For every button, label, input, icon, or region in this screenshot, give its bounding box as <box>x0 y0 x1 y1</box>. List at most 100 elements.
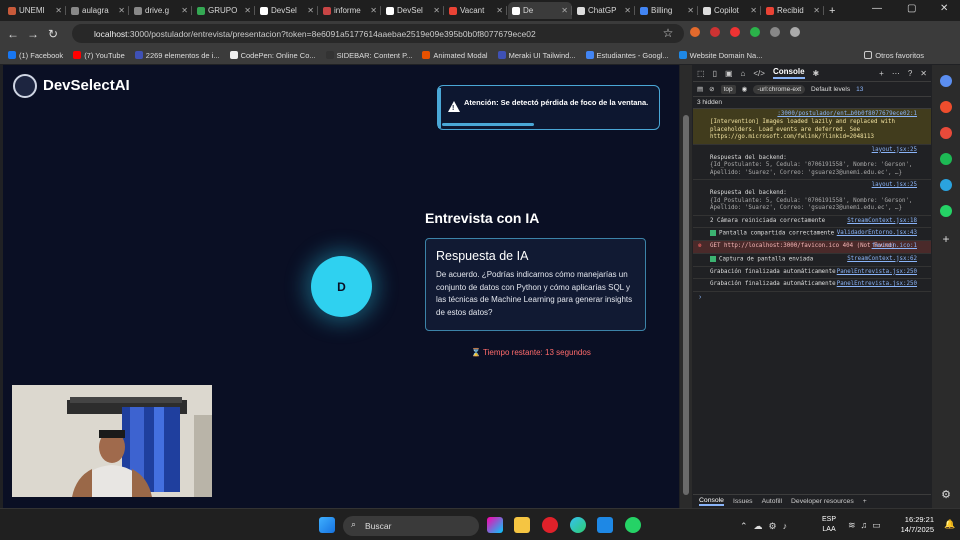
copilot-taskbar-icon[interactable] <box>487 517 503 533</box>
bookmark-item[interactable]: (7) YouTube <box>73 51 125 60</box>
back-arrow-icon[interactable]: ← <box>3 27 23 41</box>
message-object[interactable]: {Id_Postulante: 5, Cedula: '0706191558',… <box>710 198 927 213</box>
drawer-tab[interactable]: Console <box>699 497 724 506</box>
file-explorer-icon[interactable] <box>514 517 530 533</box>
message-source-link[interactable]: layout.jsx:25 <box>872 147 917 155</box>
language-indicator[interactable]: ESP LAA <box>822 515 836 535</box>
close-tab-icon[interactable]: ✕ <box>181 6 188 15</box>
extension-icon[interactable] <box>790 27 800 37</box>
extension-icon[interactable] <box>770 27 780 37</box>
minimize-button[interactable]: — <box>872 3 882 14</box>
settings-icon[interactable]: ⚙ <box>940 489 952 501</box>
windows-start-icon[interactable] <box>319 517 335 533</box>
message-source-link[interactable]: PanelEntrevista.jsx:250 <box>837 281 917 289</box>
message-source-link[interactable]: favicon.ico:1 <box>872 243 917 251</box>
close-tab-icon[interactable]: ✕ <box>496 6 503 15</box>
spotify-icon[interactable] <box>940 153 952 165</box>
whatsapp-taskbar-icon[interactable] <box>625 517 641 533</box>
url-input[interactable]: localhost:3000/postulador/entrevista/pre… <box>72 24 684 43</box>
message-source-link[interactable]: ValidadorEntorno.jsx:43 <box>837 230 917 238</box>
context-select[interactable]: top <box>720 84 736 94</box>
add-icon[interactable]: + <box>879 69 884 78</box>
telegram-icon[interactable] <box>940 179 952 191</box>
star-icon[interactable]: ☆ <box>658 26 678 40</box>
bookmark-item[interactable]: Estudiantes - Googl... <box>585 51 669 60</box>
shopping-icon[interactable] <box>940 101 952 113</box>
browser-tab[interactable]: drive.g ✕ <box>130 2 192 19</box>
device-icon[interactable]: ▯ <box>713 69 717 78</box>
tab-console[interactable]: Console <box>772 67 805 79</box>
message-object[interactable]: {Id_Postulante: 5, Cedula: '0706191558',… <box>710 162 927 177</box>
bookmark-item[interactable]: Animated Modal <box>422 51 488 60</box>
message-source-link[interactable]: PanelEntrevista.jsx:250 <box>837 269 917 277</box>
eye-icon[interactable]: ◉ <box>742 85 748 93</box>
taskbar-search[interactable]: ⌕ Buscar <box>343 516 479 536</box>
browser-tab[interactable]: Copilot ✕ <box>699 2 761 19</box>
add-sidebar-icon[interactable]: + <box>940 233 952 245</box>
close-tab-icon[interactable]: ✕ <box>370 6 377 15</box>
drawer-tab[interactable]: Autofill <box>762 498 782 505</box>
close-tab-icon[interactable]: ✕ <box>750 6 757 15</box>
office-icon[interactable] <box>940 127 952 139</box>
home-icon[interactable]: ⌂ <box>741 69 746 78</box>
close-tab-icon[interactable]: ✕ <box>561 6 568 15</box>
elements-icon[interactable]: </> <box>753 69 765 78</box>
search-sidebar-icon[interactable] <box>940 75 952 87</box>
close-devtools-icon[interactable]: ✕ <box>920 69 927 78</box>
close-tab-icon[interactable]: ✕ <box>307 6 314 15</box>
scroll-thumb[interactable] <box>683 115 689 495</box>
inspect-icon[interactable]: ⬚ <box>697 69 705 78</box>
close-tab-icon[interactable]: ✕ <box>118 6 125 15</box>
copilot-icon[interactable] <box>940 35 952 47</box>
opera-icon[interactable] <box>542 517 558 533</box>
browser-tab[interactable]: Vacant ✕ <box>445 2 507 19</box>
drawer-tab[interactable]: Developer resources <box>791 498 854 505</box>
browser-tab[interactable]: Billing ✕ <box>636 2 698 19</box>
bookmark-item[interactable]: Website Domain Na... <box>678 51 762 60</box>
browser-tab[interactable]: De ✕ <box>508 2 572 19</box>
issues-count[interactable]: 13 <box>856 86 863 93</box>
browser-tab[interactable]: Recibid ✕ <box>762 2 824 19</box>
edge-icon[interactable] <box>570 517 586 533</box>
browser-tab[interactable]: informe ✕ <box>319 2 381 19</box>
extension-icon[interactable] <box>730 27 740 37</box>
close-tab-icon[interactable]: ✕ <box>624 6 631 15</box>
notifications-icon[interactable]: 🔔 <box>944 519 955 530</box>
reload-icon[interactable]: ↻ <box>43 27 63 41</box>
forward-arrow-icon[interactable]: → <box>23 27 43 41</box>
more-icon[interactable]: ⋯ <box>892 69 900 78</box>
bug-icon[interactable]: ✱ <box>813 69 820 78</box>
filter-input[interactable]: -url:chrome-ext <box>753 84 806 94</box>
add-drawer-tab-icon[interactable]: + <box>863 498 867 505</box>
bookmark-item[interactable]: SIDEBAR: Content P... <box>325 51 412 60</box>
close-tab-icon[interactable]: ✕ <box>55 6 62 15</box>
drawer-tab[interactable]: Issues <box>733 498 753 505</box>
browser-tab[interactable]: aulagra ✕ <box>67 2 129 19</box>
bookmark-item[interactable]: (1) Facebook <box>8 51 63 60</box>
close-window-button[interactable]: ✕ <box>940 3 948 14</box>
console-prompt[interactable]: › <box>693 292 931 303</box>
clear-console-icon[interactable]: ⊘ <box>709 85 714 93</box>
message-source-link[interactable]: StreamContext.jsx:18 <box>847 218 917 226</box>
close-tab-icon[interactable]: ✕ <box>813 6 820 15</box>
help-icon[interactable]: ? <box>908 69 912 78</box>
levels-select[interactable]: Default levels <box>811 86 850 93</box>
system-clock[interactable]: 16:29:21 14/7/2025 <box>901 515 934 535</box>
message-source-link[interactable]: StreamContext.jsx:62 <box>847 256 917 264</box>
browser-tab[interactable]: UNEMI ✕ <box>4 2 66 19</box>
extension-icon[interactable] <box>710 27 720 37</box>
message-source-link[interactable]: :3000/postulador/ent…b0b0f8077679ece02:1 <box>777 111 917 119</box>
network-volume-battery[interactable]: ≋♫▭ <box>848 520 886 531</box>
close-tab-icon[interactable]: ✕ <box>244 6 251 15</box>
bookmark-item[interactable]: Meraki UI Tailwind... <box>497 51 576 60</box>
bookmark-item[interactable]: CodePen: Online Co... <box>229 51 316 60</box>
page-scrollbar[interactable] <box>680 65 692 508</box>
extension-icon[interactable] <box>690 27 700 37</box>
panel-icon[interactable]: ▣ <box>725 69 733 78</box>
bookmark-item[interactable]: 2269 elementos de i... <box>134 51 220 60</box>
browser-tab[interactable]: ChatGP ✕ <box>573 2 635 19</box>
vscode-icon[interactable] <box>597 517 613 533</box>
browser-tab[interactable]: GRUPO ✕ <box>193 2 255 19</box>
close-tab-icon[interactable]: ✕ <box>433 6 440 15</box>
sidebar-toggle-icon[interactable]: ▤ <box>697 85 703 93</box>
